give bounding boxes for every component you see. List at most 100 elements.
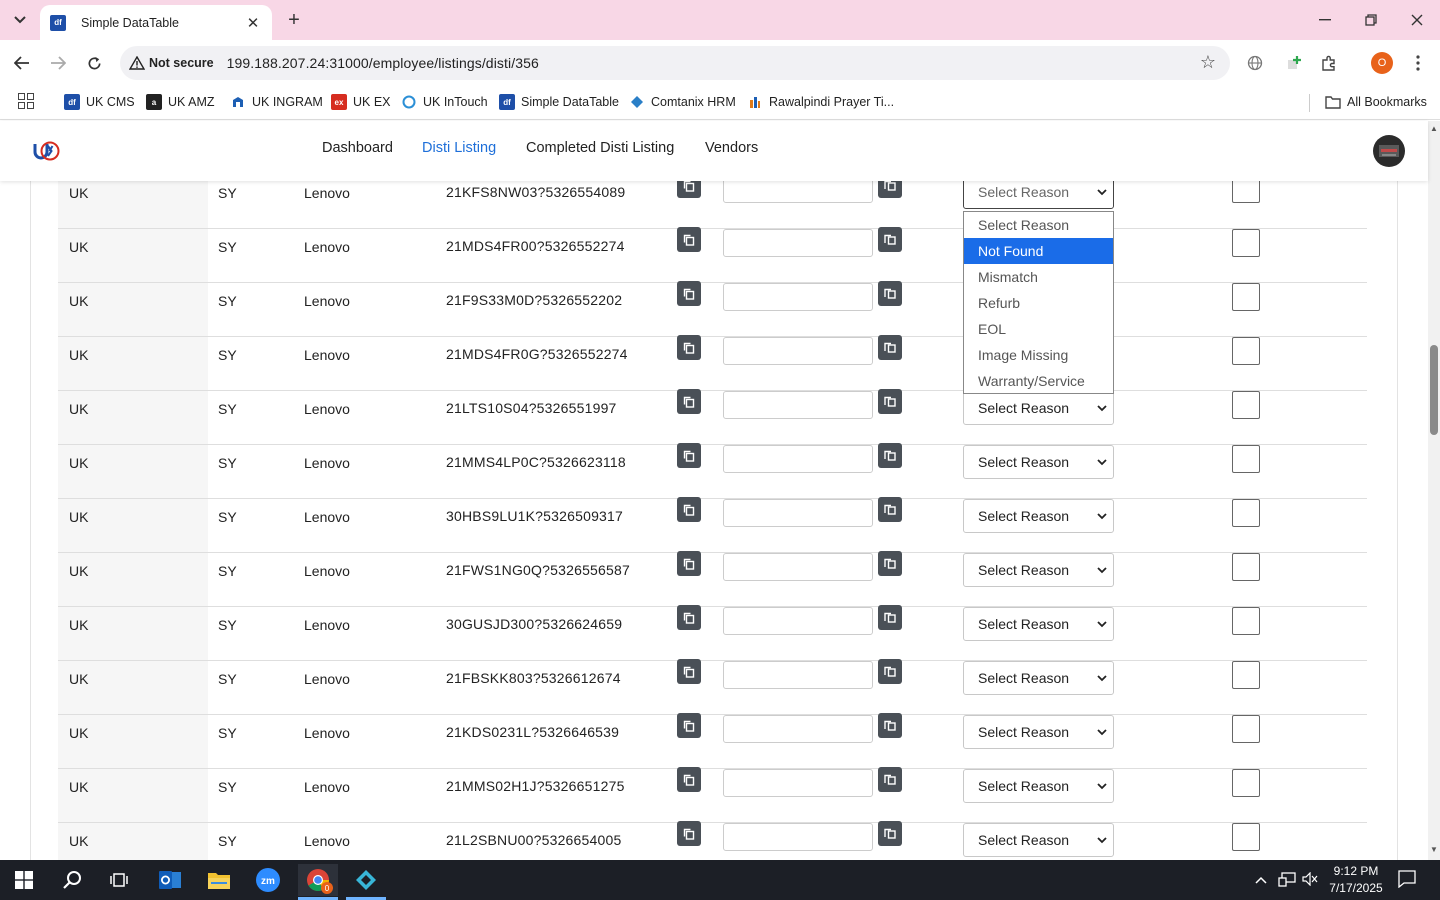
row-checkbox[interactable] [1232,715,1260,743]
minimize-icon[interactable] [1313,8,1337,32]
paste-value-button[interactable] [878,605,902,630]
forward-arrow-icon[interactable] [45,50,71,76]
reason-option-mismatch[interactable]: Mismatch [964,264,1113,290]
security-indicator[interactable]: Not secure [129,56,214,70]
value-input[interactable] [723,553,873,581]
scrollbar-thumb[interactable] [1430,345,1438,435]
row-checkbox[interactable] [1232,229,1260,257]
scroll-down-arrow-icon[interactable]: ▼ [1430,845,1438,854]
task-view-icon[interactable] [99,864,139,896]
row-checkbox[interactable] [1232,769,1260,797]
reason-option-refurb[interactable]: Refurb [964,290,1113,316]
row-checkbox[interactable] [1232,283,1260,311]
row-checkbox[interactable] [1232,823,1260,851]
paste-value-button[interactable] [878,821,902,846]
new-tab-plus-icon[interactable]: + [282,8,306,32]
reload-icon[interactable] [81,50,107,76]
reason-select[interactable]: Select Reason [963,769,1114,803]
copy-part-button[interactable] [677,227,701,252]
reason-option-image-missing[interactable]: Image Missing [964,342,1113,368]
bookmark-uk-cms[interactable]: df UK CMS [64,92,135,112]
extension-puzzle-green-icon[interactable] [1282,51,1306,75]
copy-part-button[interactable] [677,713,701,738]
row-checkbox[interactable] [1232,445,1260,473]
copy-part-button[interactable] [677,181,701,198]
tab-search-chevron-icon[interactable] [6,7,34,33]
reason-option-eol[interactable]: EOL [964,316,1113,342]
bookmark-star-icon[interactable]: ☆ [1200,52,1216,73]
copy-part-button[interactable] [677,551,701,576]
row-checkbox[interactable] [1232,181,1260,203]
nav-vendors[interactable]: Vendors [705,140,758,156]
reason-option-select-reason[interactable]: Select Reason [964,212,1113,238]
address-bar[interactable]: Not secure 199.188.207.24:31000/employee… [120,46,1230,80]
bookmark-uk-intouch[interactable]: UK InTouch [401,92,488,112]
close-tab-icon[interactable]: ✕ [244,14,262,32]
paste-value-button[interactable] [878,443,902,468]
value-input[interactable] [723,445,873,473]
reason-select[interactable]: Select Reason [963,661,1114,695]
bookmark-uk-ingram[interactable]: UK INGRAM [230,92,323,112]
outlook-icon[interactable] [150,864,190,896]
value-input[interactable] [723,715,873,743]
bookmark-simple-datatable[interactable]: df Simple DataTable [499,92,619,112]
app-icon[interactable] [346,864,386,896]
value-input[interactable] [723,823,873,851]
reason-option-warranty-service[interactable]: Warranty/Service [964,368,1113,394]
taskbar-clock[interactable]: 9:12 PM 7/17/2025 [1318,863,1394,897]
tray-chevron-up-icon[interactable] [1255,872,1267,887]
notifications-icon[interactable] [1398,870,1416,891]
chrome-icon[interactable]: 0 [298,864,338,896]
paste-value-button[interactable] [878,767,902,792]
bookmark-rawalpindi-prayer[interactable]: Rawalpindi Prayer Ti... [747,92,894,112]
file-explorer-icon[interactable] [199,864,239,896]
network-icon[interactable] [1278,872,1296,891]
row-checkbox[interactable] [1232,391,1260,419]
translate-globe-icon[interactable] [1243,51,1267,75]
value-input[interactable] [723,337,873,365]
scroll-up-arrow-icon[interactable]: ▲ [1430,124,1438,133]
paste-value-button[interactable] [878,551,902,576]
value-input[interactable] [723,661,873,689]
profile-avatar[interactable]: O [1371,52,1393,74]
page-scrollbar[interactable]: ▲ ▼ [1428,121,1440,860]
browser-tab[interactable]: df Simple DataTable ✕ [40,5,272,40]
back-arrow-icon[interactable] [9,50,35,76]
copy-part-button[interactable] [677,281,701,306]
value-input[interactable] [723,229,873,257]
copy-part-button[interactable] [677,443,701,468]
row-checkbox[interactable] [1232,499,1260,527]
reason-option-not-found[interactable]: Not Found [964,238,1113,264]
row-checkbox[interactable] [1232,607,1260,635]
value-input[interactable] [723,607,873,635]
reason-select[interactable]: Select Reason [963,553,1114,587]
paste-value-button[interactable] [878,335,902,360]
value-input[interactable] [723,181,873,203]
all-bookmarks[interactable]: All Bookmarks [1325,92,1427,112]
value-input[interactable] [723,391,873,419]
nav-completed-disti-listing[interactable]: Completed Disti Listing [526,140,674,156]
paste-value-button[interactable] [878,181,902,198]
value-input[interactable] [723,499,873,527]
reason-select[interactable]: Select Reason [963,499,1114,533]
copy-part-button[interactable] [677,497,701,522]
reason-select[interactable]: Select Reason [963,823,1114,857]
restore-icon[interactable] [1359,8,1383,32]
extensions-puzzle-icon[interactable] [1317,51,1341,75]
reason-select[interactable]: Select Reason [963,715,1114,749]
row-checkbox[interactable] [1232,661,1260,689]
apps-grid-icon[interactable] [18,93,34,109]
copy-part-button[interactable] [677,389,701,414]
url-text[interactable]: 199.188.207.24:31000/employee/listings/d… [227,55,539,71]
bookmark-uk-amz[interactable]: a UK AMZ [146,92,215,112]
nav-disti-listing[interactable]: Disti Listing [422,140,496,156]
reason-select[interactable]: Select Reason [963,445,1114,479]
copy-part-button[interactable] [677,821,701,846]
paste-value-button[interactable] [878,389,902,414]
nav-dashboard[interactable]: Dashboard [322,140,393,156]
paste-value-button[interactable] [878,659,902,684]
paste-value-button[interactable] [878,713,902,738]
reason-select[interactable]: Select Reason [963,181,1114,209]
bookmark-comtanix-hrm[interactable]: Comtanix HRM [629,92,736,112]
copy-part-button[interactable] [677,659,701,684]
